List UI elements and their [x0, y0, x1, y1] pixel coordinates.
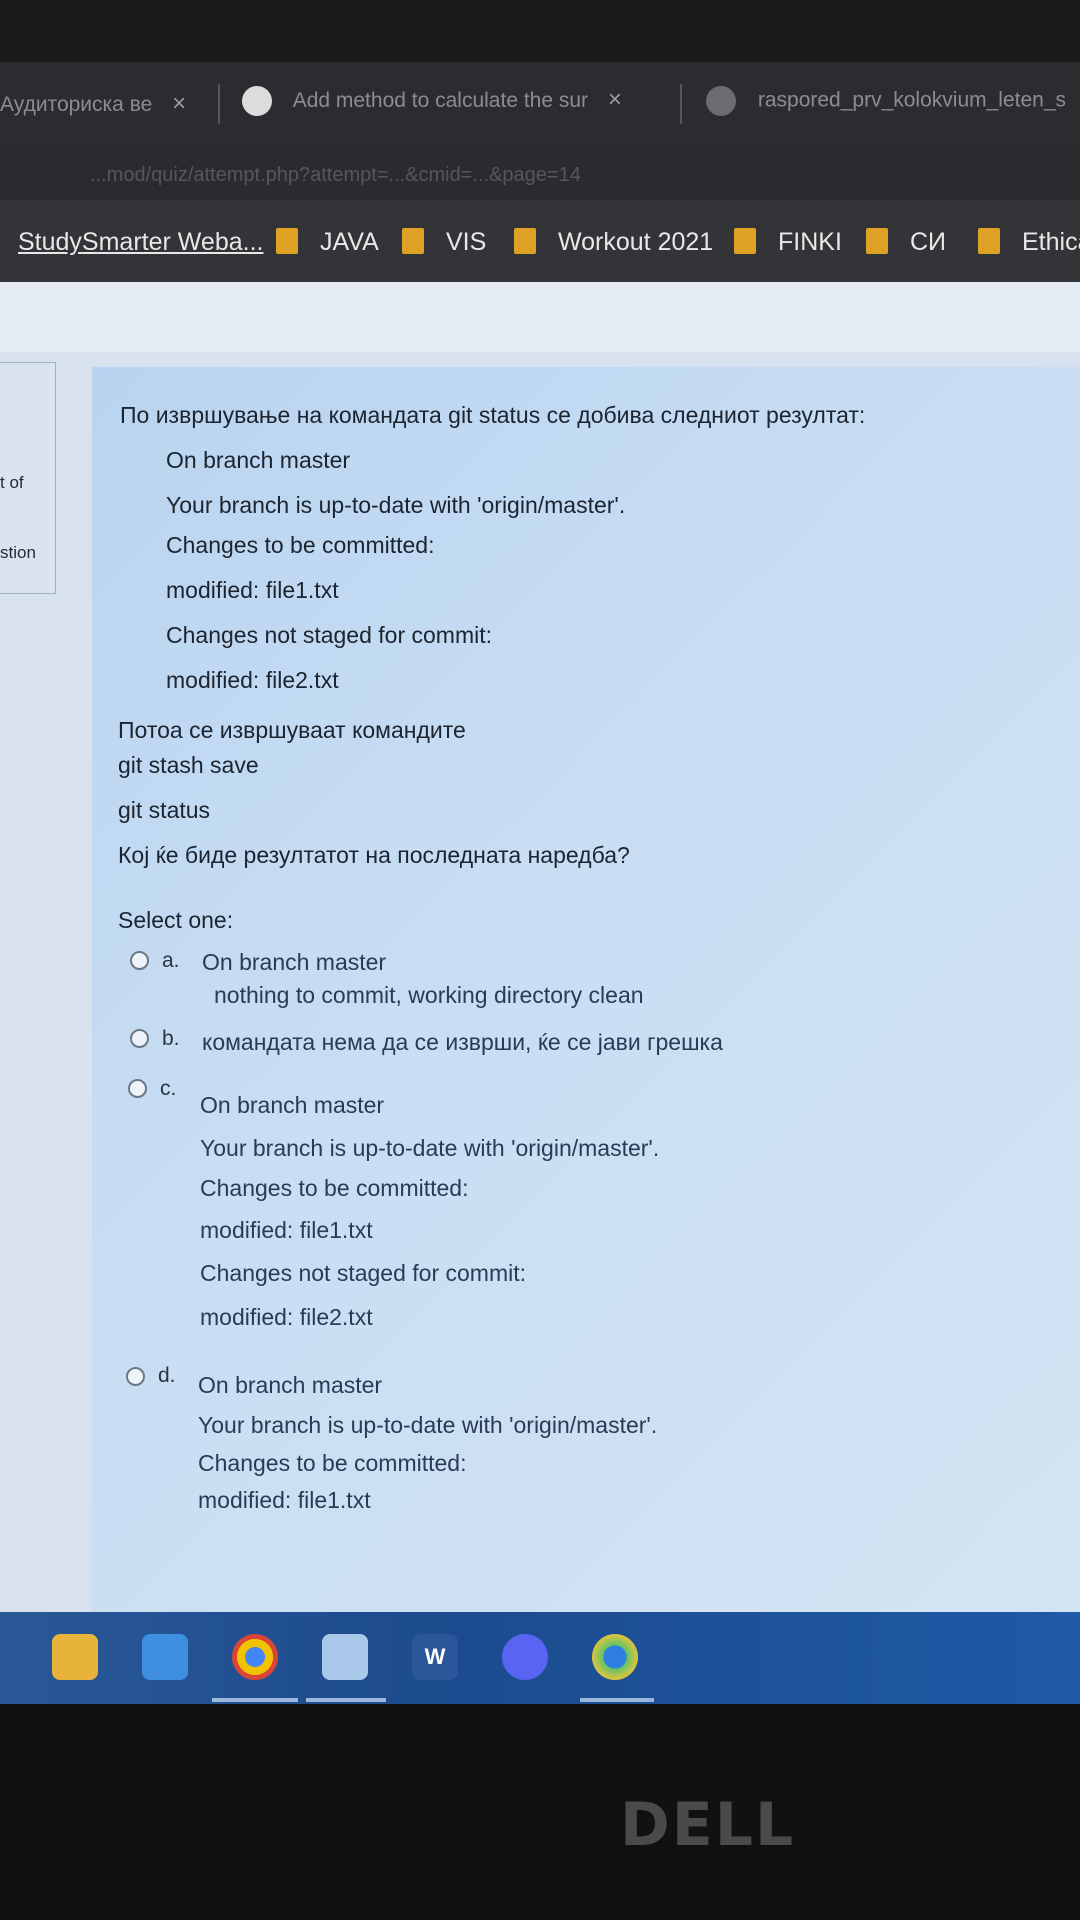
status-line: Changes to be committed: [166, 532, 435, 558]
bookmark-java[interactable]: JAVA [276, 228, 379, 257]
bookmark-workout[interactable]: Workout 2021 [514, 228, 713, 257]
status-line: modified: file2.txt [166, 667, 339, 693]
tab-title: Аудиториска ве [0, 93, 153, 116]
file-explorer-icon[interactable] [52, 1634, 98, 1680]
select-one-label: Select one: [118, 907, 234, 933]
info-text: t of [0, 473, 24, 492]
laptop-bezel [0, 1704, 1080, 1920]
bookmark-label: Workout 2021 [558, 228, 714, 256]
bookmark-label: СИ [910, 228, 947, 256]
option-line: Your branch is up-to-date with 'origin/m… [198, 1412, 658, 1438]
radio-button[interactable] [130, 951, 149, 970]
folder-icon [276, 228, 298, 254]
option-line: Changes to be committed: [200, 1175, 469, 1201]
radio-button[interactable] [128, 1079, 147, 1098]
bookmark-label: Ethica [1022, 228, 1080, 256]
active-app-indicator [580, 1698, 654, 1702]
windows-taskbar: W [0, 1612, 1080, 1704]
radio-button[interactable] [126, 1367, 145, 1386]
active-app-indicator [212, 1698, 298, 1702]
option-line: Your branch is up-to-date with 'origin/m… [200, 1135, 660, 1161]
quiz-page: t of stion По извршување на командата gi… [0, 282, 1080, 1612]
option-line: modified: file1.txt [198, 1487, 371, 1513]
bookmark-label: VIS [446, 228, 487, 256]
close-icon[interactable]: × [172, 90, 186, 117]
bookmarks-bar: StudySmarter Weba... JAVA VIS Workout 20… [0, 200, 1080, 282]
bookmark-finki[interactable]: FINKI [734, 228, 842, 257]
tab-audit[interactable]: Аудиториска ве × [0, 90, 186, 118]
option-letter: d. [158, 1364, 176, 1387]
question-content: По извршување на командата git status се… [92, 367, 1080, 1612]
tab-raspored[interactable]: raspored_prv_kolokvium_leten_s [706, 86, 1066, 116]
address-bar[interactable]: ...mod/quiz/attempt.php?attempt=...&cmid… [0, 150, 1080, 200]
then-text: Потоа се извршуваат командите [118, 717, 466, 743]
option-letter: c. [160, 1077, 177, 1100]
folder-icon [978, 228, 1000, 254]
github-icon [242, 86, 272, 117]
bookmark-label: JAVA [320, 228, 379, 256]
question-info-panel: t of stion [0, 362, 56, 594]
chrome-icon[interactable] [232, 1634, 278, 1680]
status-line: modified: file1.txt [166, 577, 339, 603]
folder-icon [402, 228, 424, 254]
command-line: git stash save [118, 752, 259, 778]
command-line: git status [118, 797, 211, 823]
tab-title: Add method to calculate the sur [292, 89, 589, 112]
bookmark-ethica[interactable]: Ethica [978, 228, 1080, 257]
folder-icon [514, 228, 536, 254]
tab-divider [218, 84, 220, 124]
bookmark-label: FINKI [778, 228, 842, 256]
bookmark-vis[interactable]: VIS [402, 228, 486, 257]
question-prompt: Кој ќе биде резултатот на последната нар… [118, 842, 630, 868]
discord-icon[interactable] [502, 1634, 548, 1680]
option-letter: b. [162, 1027, 180, 1050]
status-line: On branch master [166, 447, 351, 473]
option-line: командата нема да се изврши, ќе се јави … [202, 1029, 723, 1055]
radio-button[interactable] [130, 1029, 149, 1048]
word-icon[interactable]: W [412, 1634, 458, 1680]
info-text: stion [0, 543, 36, 562]
screen-bezel-top [0, 0, 1080, 70]
tab-title: raspored_prv_kolokvium_leten_s [757, 88, 1067, 112]
notepad-icon[interactable] [322, 1634, 368, 1680]
option-line: nothing to commit, working directory cle… [214, 982, 644, 1008]
close-icon[interactable]: × [608, 86, 622, 113]
folder-icon [734, 228, 756, 254]
option-line: modified: file2.txt [200, 1304, 373, 1330]
status-line: Your branch is up-to-date with 'origin/m… [166, 492, 626, 518]
folder-icon [866, 228, 888, 254]
option-line: On branch master [198, 1372, 383, 1398]
question-intro: По извршување на командата git status се… [120, 402, 866, 428]
option-line: On branch master [200, 1092, 385, 1118]
globe-icon [706, 86, 736, 116]
bookmark-si[interactable]: СИ [866, 228, 946, 257]
browser-icon[interactable] [592, 1634, 638, 1680]
option-letter: a. [162, 949, 180, 972]
browser-tab-strip: Аудиториска ве × Add method to calculate… [0, 62, 1080, 157]
active-app-indicator [306, 1698, 386, 1702]
bookmark-label: StudySmarter Weba... [18, 228, 264, 256]
option-line: Changes not staged for commit: [200, 1260, 526, 1286]
url-text: ...mod/quiz/attempt.php?attempt=...&cmid… [90, 164, 581, 186]
option-line: On branch master [202, 949, 387, 975]
bookmark-studysmarter[interactable]: StudySmarter Weba... [18, 228, 263, 257]
mail-icon[interactable] [142, 1634, 188, 1680]
page-header-area [0, 282, 1080, 352]
dell-logo: DELL [620, 1790, 796, 1860]
tab-divider [680, 84, 682, 124]
status-line: Changes not staged for commit: [166, 622, 492, 648]
tab-github[interactable]: Add method to calculate the sur × [242, 86, 622, 117]
option-line: Changes to be committed: [198, 1450, 467, 1476]
option-line: modified: file1.txt [200, 1217, 373, 1243]
